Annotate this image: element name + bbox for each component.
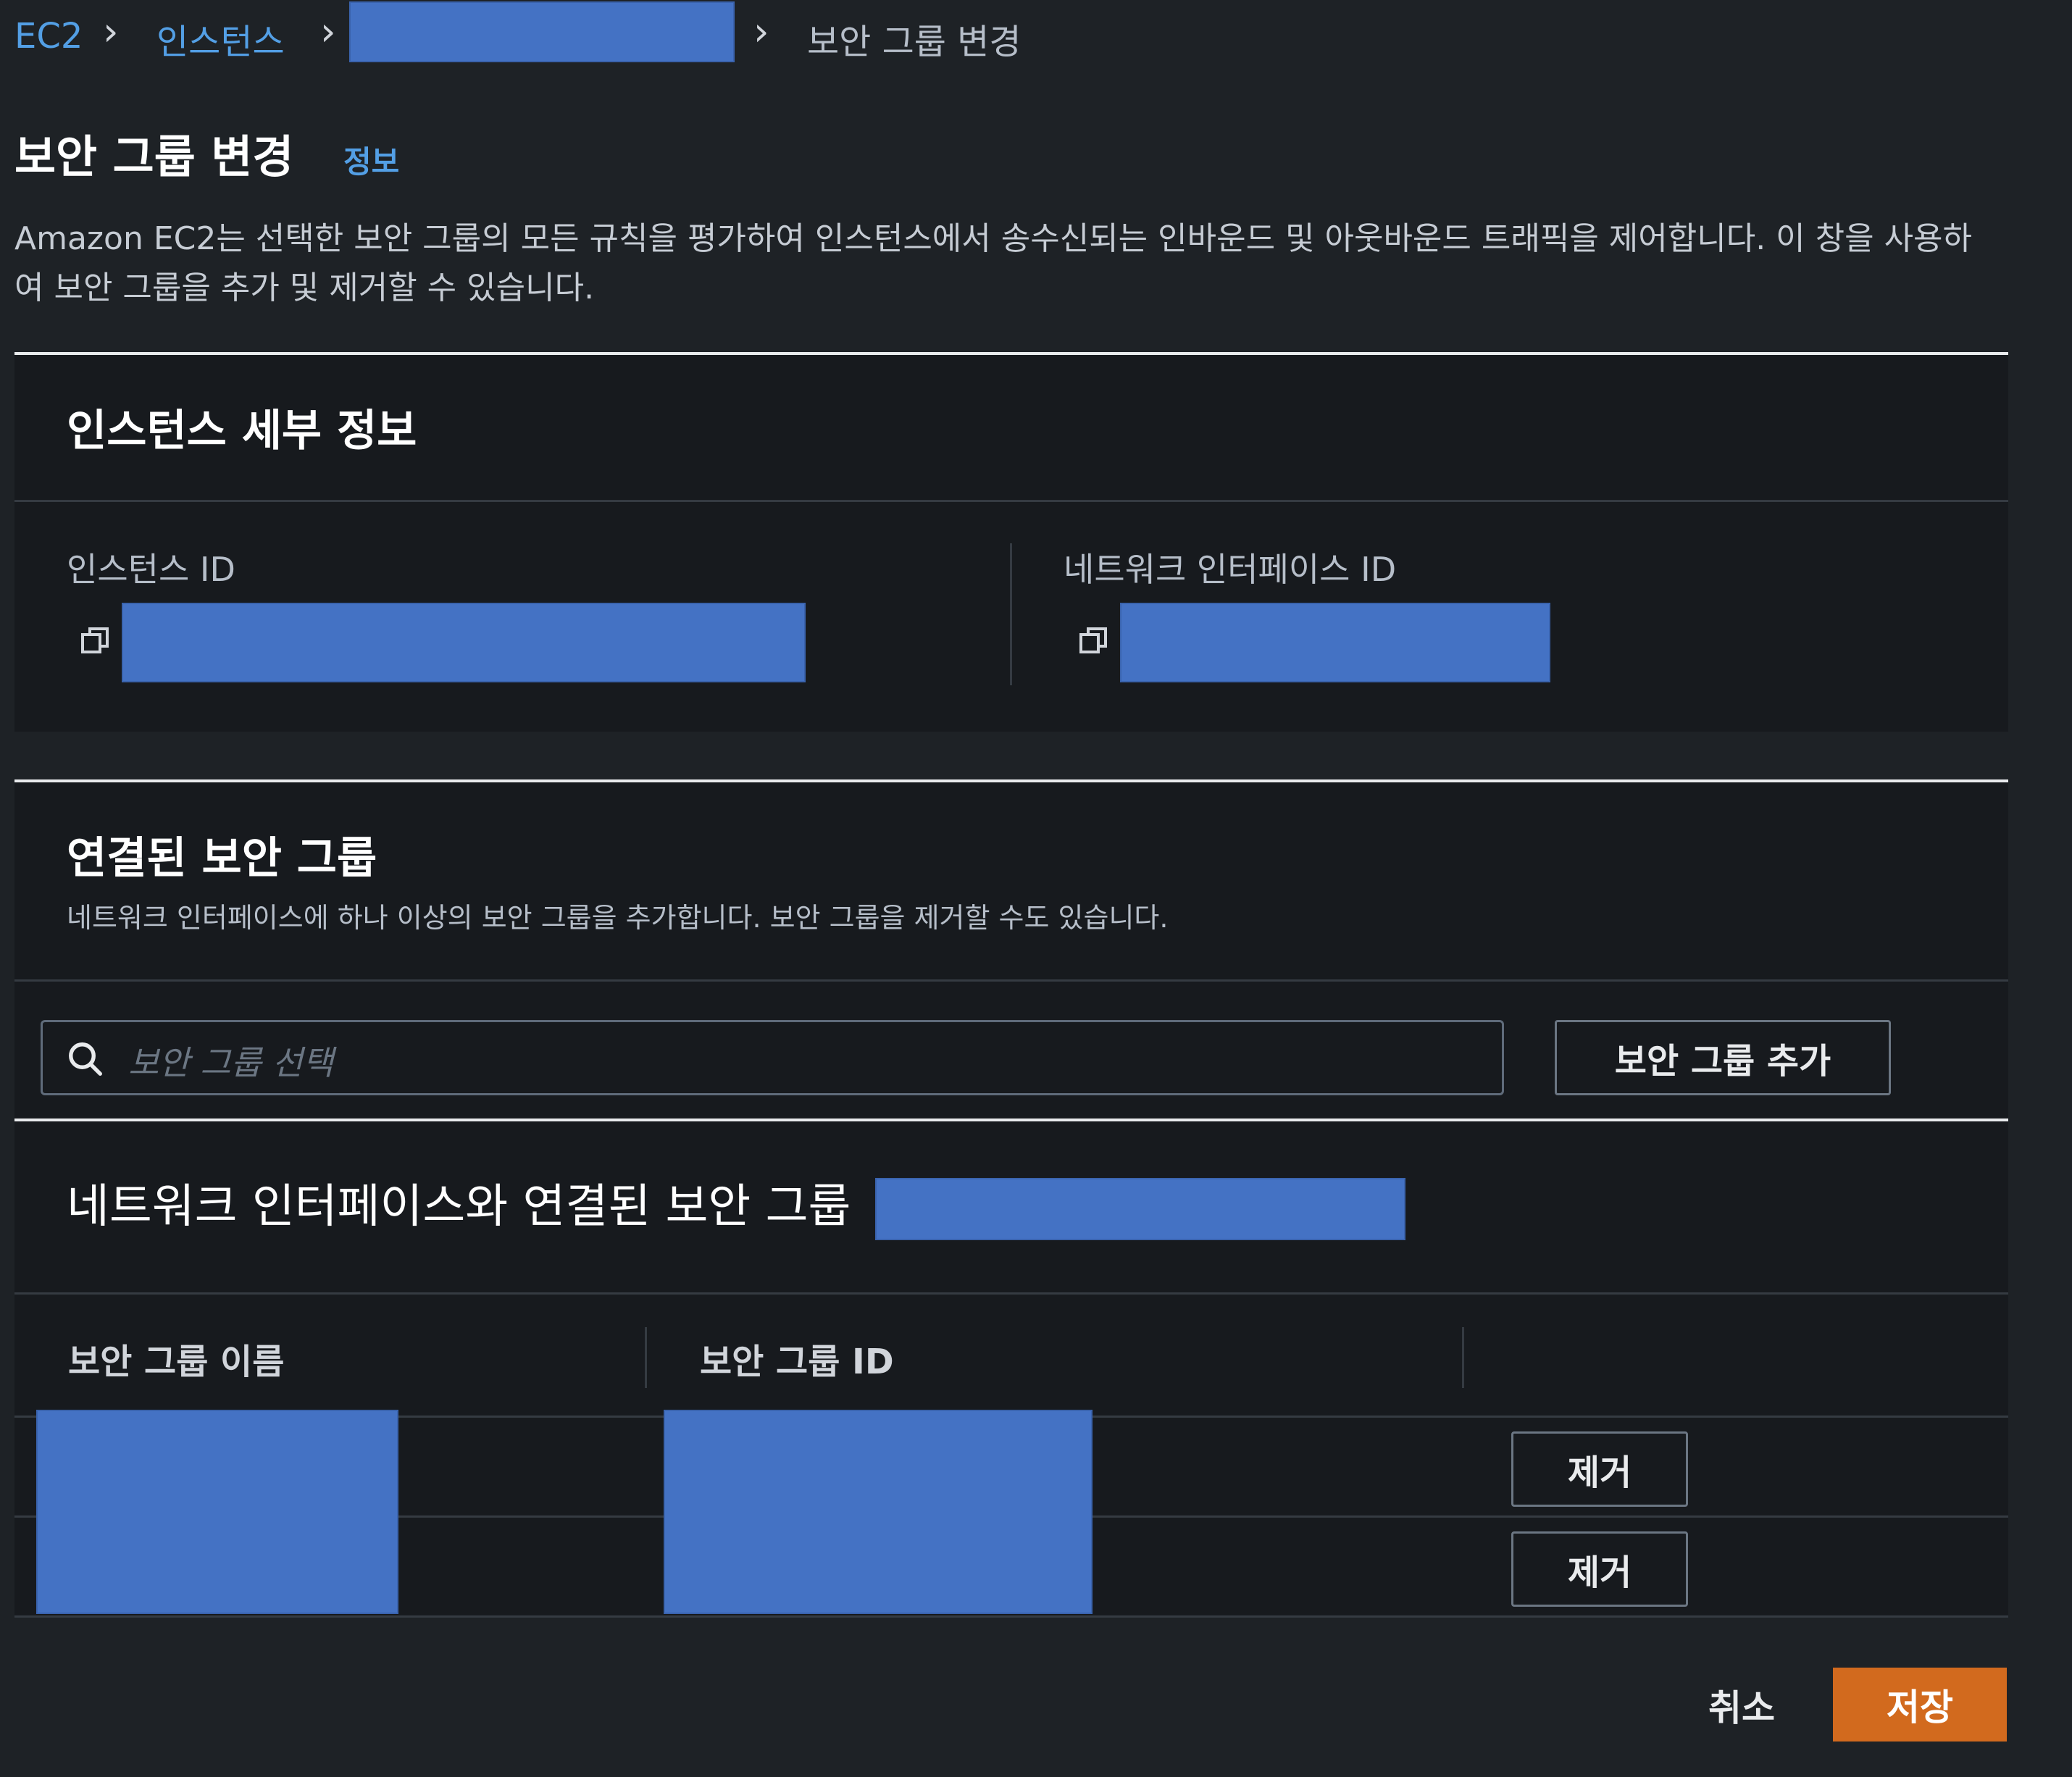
associated-groups-title: 연결된 보안 그룹 [67, 833, 377, 884]
cancel-button[interactable]: 취소 [1708, 1679, 1775, 1731]
page-title: 보안 그룹 변경 [14, 130, 294, 183]
instance-id-label: 인스턴스 ID [67, 550, 235, 589]
redacted-security-group-ids [664, 1410, 1093, 1614]
redacted-instance-id [349, 1, 735, 62]
divider [14, 979, 2008, 982]
network-interface-id-label: 네트워크 인터페이스 ID [1064, 550, 1397, 589]
section-top-border [14, 1119, 2008, 1121]
breadcrumb-current: 보안 그룹 변경 [807, 22, 1022, 62]
divider [14, 500, 2008, 502]
search-icon [69, 1042, 102, 1076]
remove-button-row-2[interactable]: 제거 [1511, 1531, 1688, 1607]
redacted-network-interface-name [875, 1178, 1405, 1240]
column-divider [1010, 543, 1012, 685]
add-security-group-button[interactable]: 보안 그룹 추가 [1555, 1020, 1891, 1095]
remove-button-row-1[interactable]: 제거 [1511, 1431, 1688, 1507]
redacted-instance-id-value [122, 603, 806, 682]
instance-details-title: 인스턴스 세부 정보 [67, 406, 417, 456]
save-button[interactable]: 저장 [1833, 1668, 2007, 1742]
search-placeholder: 보안 그룹 선택 [128, 1043, 334, 1082]
divider [14, 1292, 2008, 1295]
breadcrumb-instances[interactable]: 인스턴스 [156, 13, 285, 64]
redacted-network-interface-id-value [1120, 603, 1550, 682]
column-header-security-group-name[interactable]: 보안 그룹 이름 [68, 1333, 284, 1384]
network-groups-title: 네트워크 인터페이스와 연결된 보안 그룹 [67, 1180, 851, 1234]
associated-security-groups-card: 연결된 보안 그룹 네트워크 인터페이스에 하나 이상의 보안 그룹을 추가합니… [14, 779, 2008, 1618]
redacted-security-group-names [36, 1410, 398, 1614]
breadcrumb-ec2[interactable]: EC2 [14, 16, 83, 57]
column-divider [1462, 1327, 1464, 1388]
table-row-divider [14, 1615, 2008, 1618]
column-divider [645, 1327, 647, 1388]
instance-details-card: 인스턴스 세부 정보 인스턴스 ID 네트워크 인터페이스 ID [14, 352, 2008, 732]
info-link[interactable]: 정보 [343, 138, 399, 182]
copy-icon[interactable] [78, 623, 113, 658]
chevron-right-icon: › [320, 9, 336, 54]
column-header-security-group-id[interactable]: 보안 그룹 ID [700, 1333, 894, 1384]
copy-icon[interactable] [1077, 623, 1111, 658]
chevron-right-icon: › [753, 9, 769, 54]
chevron-right-icon: › [103, 9, 119, 54]
security-group-search[interactable]: 보안 그룹 선택 [41, 1020, 1504, 1095]
page-description: Amazon EC2는 선택한 보안 그룹의 모든 규칙을 평가하여 인스턴스에… [14, 220, 1973, 306]
associated-groups-description: 네트워크 인터페이스에 하나 이상의 보안 그룹을 추가합니다. 보안 그룹을 … [67, 902, 1169, 934]
